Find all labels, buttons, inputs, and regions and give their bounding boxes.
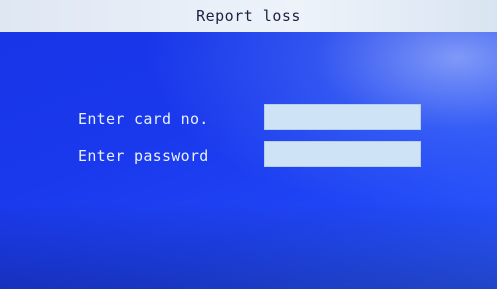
card-number-label: Enter card no.	[78, 110, 209, 128]
password-field[interactable]	[264, 141, 421, 167]
title-bar: Report loss	[0, 0, 497, 32]
page-title: Report loss	[196, 7, 301, 25]
kiosk-screen: Report loss Enter card no. Enter passwor…	[0, 0, 497, 289]
card-number-field[interactable]	[264, 104, 421, 130]
password-label: Enter password	[78, 147, 209, 165]
